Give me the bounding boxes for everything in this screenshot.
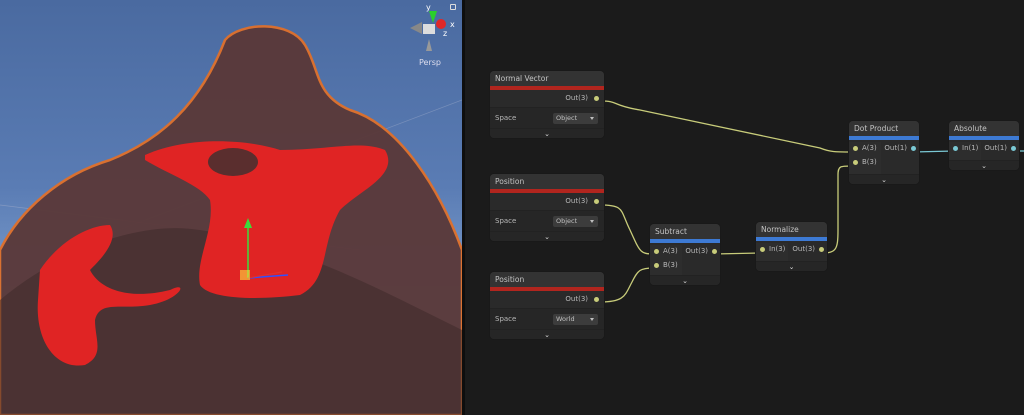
collapse-chevron-icon[interactable]: ⌄	[490, 128, 604, 138]
input-port[interactable]	[760, 247, 765, 252]
scene-viewport[interactable]: y x z Persp	[0, 0, 462, 415]
node-title: Subtract	[650, 224, 720, 239]
collapse-chevron-icon[interactable]: ⌄	[949, 160, 1019, 170]
output-port[interactable]	[594, 199, 599, 204]
node-title: Normal Vector	[490, 71, 604, 86]
input-port-b[interactable]	[853, 160, 858, 165]
output-port[interactable]	[594, 297, 599, 302]
node-title: Dot Product	[849, 121, 919, 136]
scene-mesh	[0, 25, 462, 415]
input-port-a[interactable]	[853, 146, 858, 151]
collapse-chevron-icon[interactable]: ⌄	[756, 261, 827, 271]
output-port[interactable]	[819, 247, 824, 252]
output-label: Out(1)	[984, 144, 1007, 152]
space-label: Space	[495, 114, 517, 122]
node-absolute[interactable]: Absolute In(1) Out(1) ⌄	[949, 121, 1019, 170]
output-port[interactable]	[712, 249, 717, 254]
collapse-chevron-icon[interactable]: ⌄	[650, 275, 720, 285]
node-title: Absolute	[949, 121, 1019, 136]
node-title: Position	[490, 174, 604, 189]
output-label: Out(3)	[792, 245, 815, 253]
input-label-a: A(3)	[663, 247, 678, 255]
output-port[interactable]	[1011, 146, 1016, 151]
output-port[interactable]	[594, 96, 599, 101]
node-title: Normalize	[756, 222, 827, 237]
input-label-b: B(3)	[663, 261, 678, 269]
lock-icon[interactable]	[450, 4, 456, 10]
output-port[interactable]	[911, 146, 916, 151]
input-label: In(3)	[769, 245, 786, 253]
input-label-a: A(3)	[862, 144, 877, 152]
node-position-object[interactable]: Position Out(3) Space Object ⌄	[490, 174, 604, 241]
input-port[interactable]	[953, 146, 958, 151]
node-subtract[interactable]: Subtract A(3) B(3) Out(3) ⌄	[650, 224, 720, 285]
x-axis-label: x	[450, 20, 455, 29]
space-label: Space	[495, 217, 517, 225]
projection-toggle[interactable]: Persp	[419, 58, 441, 67]
output-label: Out(3)	[565, 295, 588, 303]
output-label: Out(1)	[884, 144, 907, 152]
collapse-chevron-icon[interactable]: ⌄	[490, 231, 604, 241]
collapse-chevron-icon[interactable]: ⌄	[490, 329, 604, 339]
output-label: Out(3)	[685, 247, 708, 255]
input-port-b[interactable]	[654, 263, 659, 268]
input-label: In(1)	[962, 144, 979, 152]
node-normalize[interactable]: Normalize In(3) Out(3) ⌄	[756, 222, 827, 271]
z-axis-label: z	[443, 29, 448, 38]
orientation-gizmo[interactable]: y x z	[406, 3, 456, 54]
node-dot-product[interactable]: Dot Product A(3) B(3) Out(1) ⌄	[849, 121, 919, 184]
node-title: Position	[490, 272, 604, 287]
space-label: Space	[495, 315, 517, 323]
output-label: Out(3)	[565, 94, 588, 102]
output-label: Out(3)	[565, 197, 588, 205]
collapse-chevron-icon[interactable]: ⌄	[849, 174, 919, 184]
node-normal-vector[interactable]: Normal Vector Out(3) Space Object ⌄	[490, 71, 604, 138]
space-dropdown[interactable]: World	[553, 314, 598, 325]
space-dropdown[interactable]: Object	[553, 216, 598, 227]
node-position-world[interactable]: Position Out(3) Space World ⌄	[490, 272, 604, 339]
input-port-a[interactable]	[654, 249, 659, 254]
space-dropdown[interactable]: Object	[553, 113, 598, 124]
input-label-b: B(3)	[862, 158, 877, 166]
